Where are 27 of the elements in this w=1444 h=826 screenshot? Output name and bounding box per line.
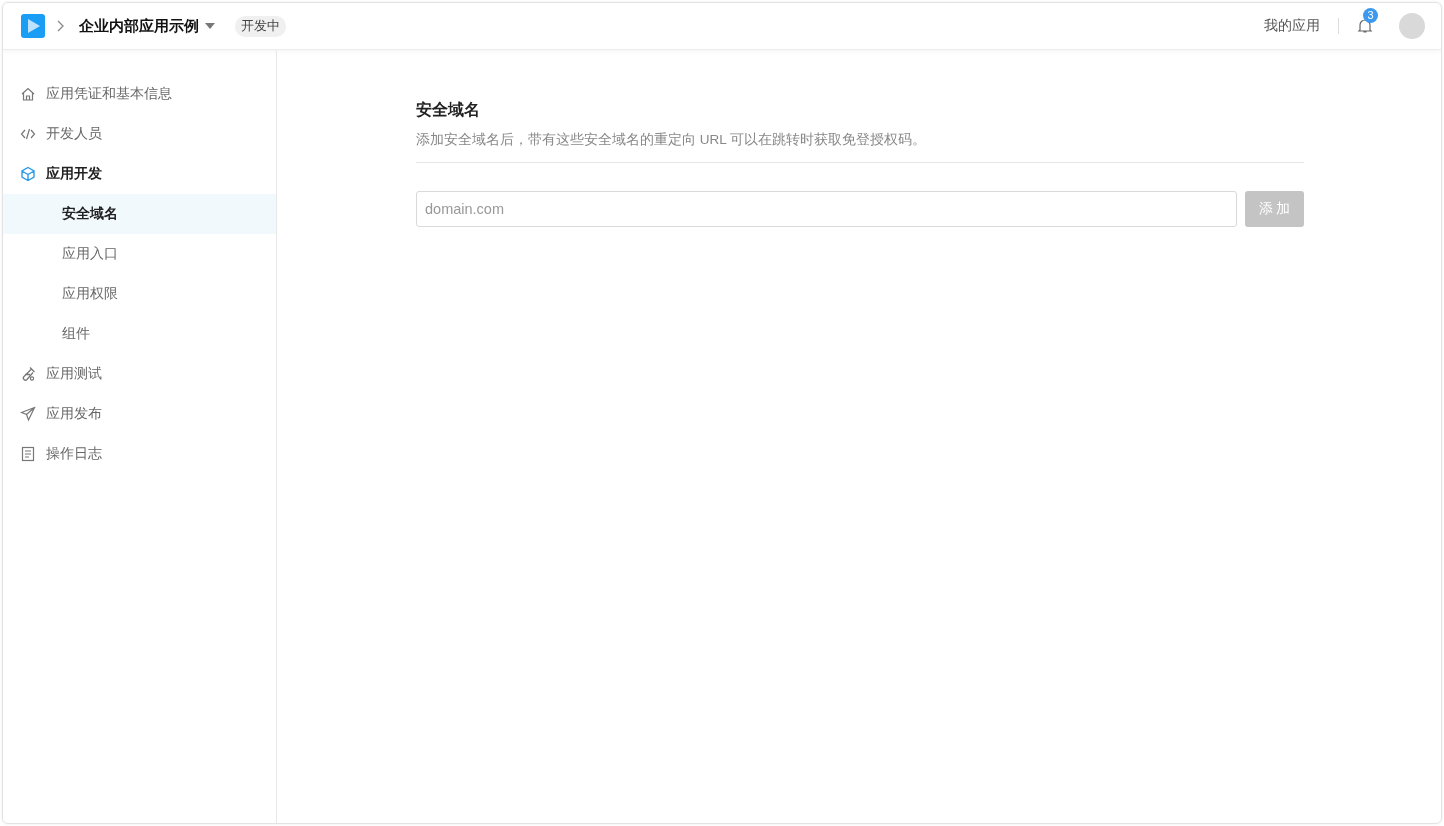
paper-plane-icon — [20, 406, 36, 422]
sidebar-subitem[interactable]: 应用权限 — [3, 274, 276, 314]
sidebar-subitem[interactable]: 安全域名 — [3, 194, 276, 234]
sidebar-item[interactable]: 应用测试 — [3, 354, 276, 394]
section-description: 添加安全域名后，带有这些安全域名的重定向 URL 可以在跳转时获取免登授权码。 — [416, 131, 1304, 163]
sidebar-subitem[interactable]: 组件 — [3, 314, 276, 354]
sidebar-subitem[interactable]: 应用入口 — [3, 234, 276, 274]
cube-icon — [20, 166, 36, 182]
section-title: 安全域名 — [416, 100, 481, 120]
log-icon — [20, 446, 36, 462]
caret-down-icon[interactable] — [205, 23, 215, 29]
domain-input-field[interactable]: domain.com — [416, 191, 1237, 227]
app-logo-icon — [21, 14, 45, 38]
sidebar-item[interactable]: 开发人员 — [3, 114, 276, 154]
notification-count: 3 — [1363, 8, 1378, 23]
status-badge: 开发中 — [235, 15, 286, 37]
chevron-right-icon — [57, 20, 65, 32]
code-icon — [20, 126, 36, 142]
sidebar-item[interactable]: 操作日志 — [3, 434, 276, 474]
sidebar-item[interactable]: 应用凭证和基本信息 — [3, 74, 276, 114]
sidebar-item[interactable]: 应用发布 — [3, 394, 276, 434]
test-tube-icon — [20, 366, 36, 382]
home-icon — [20, 86, 36, 102]
sidebar-item[interactable]: 应用开发 — [3, 154, 276, 194]
notification-icon[interactable] — [1357, 18, 1373, 34]
my-apps-link[interactable]: 我的应用 — [1264, 17, 1320, 35]
app-name[interactable]: 企业内部应用示例 — [79, 16, 199, 36]
